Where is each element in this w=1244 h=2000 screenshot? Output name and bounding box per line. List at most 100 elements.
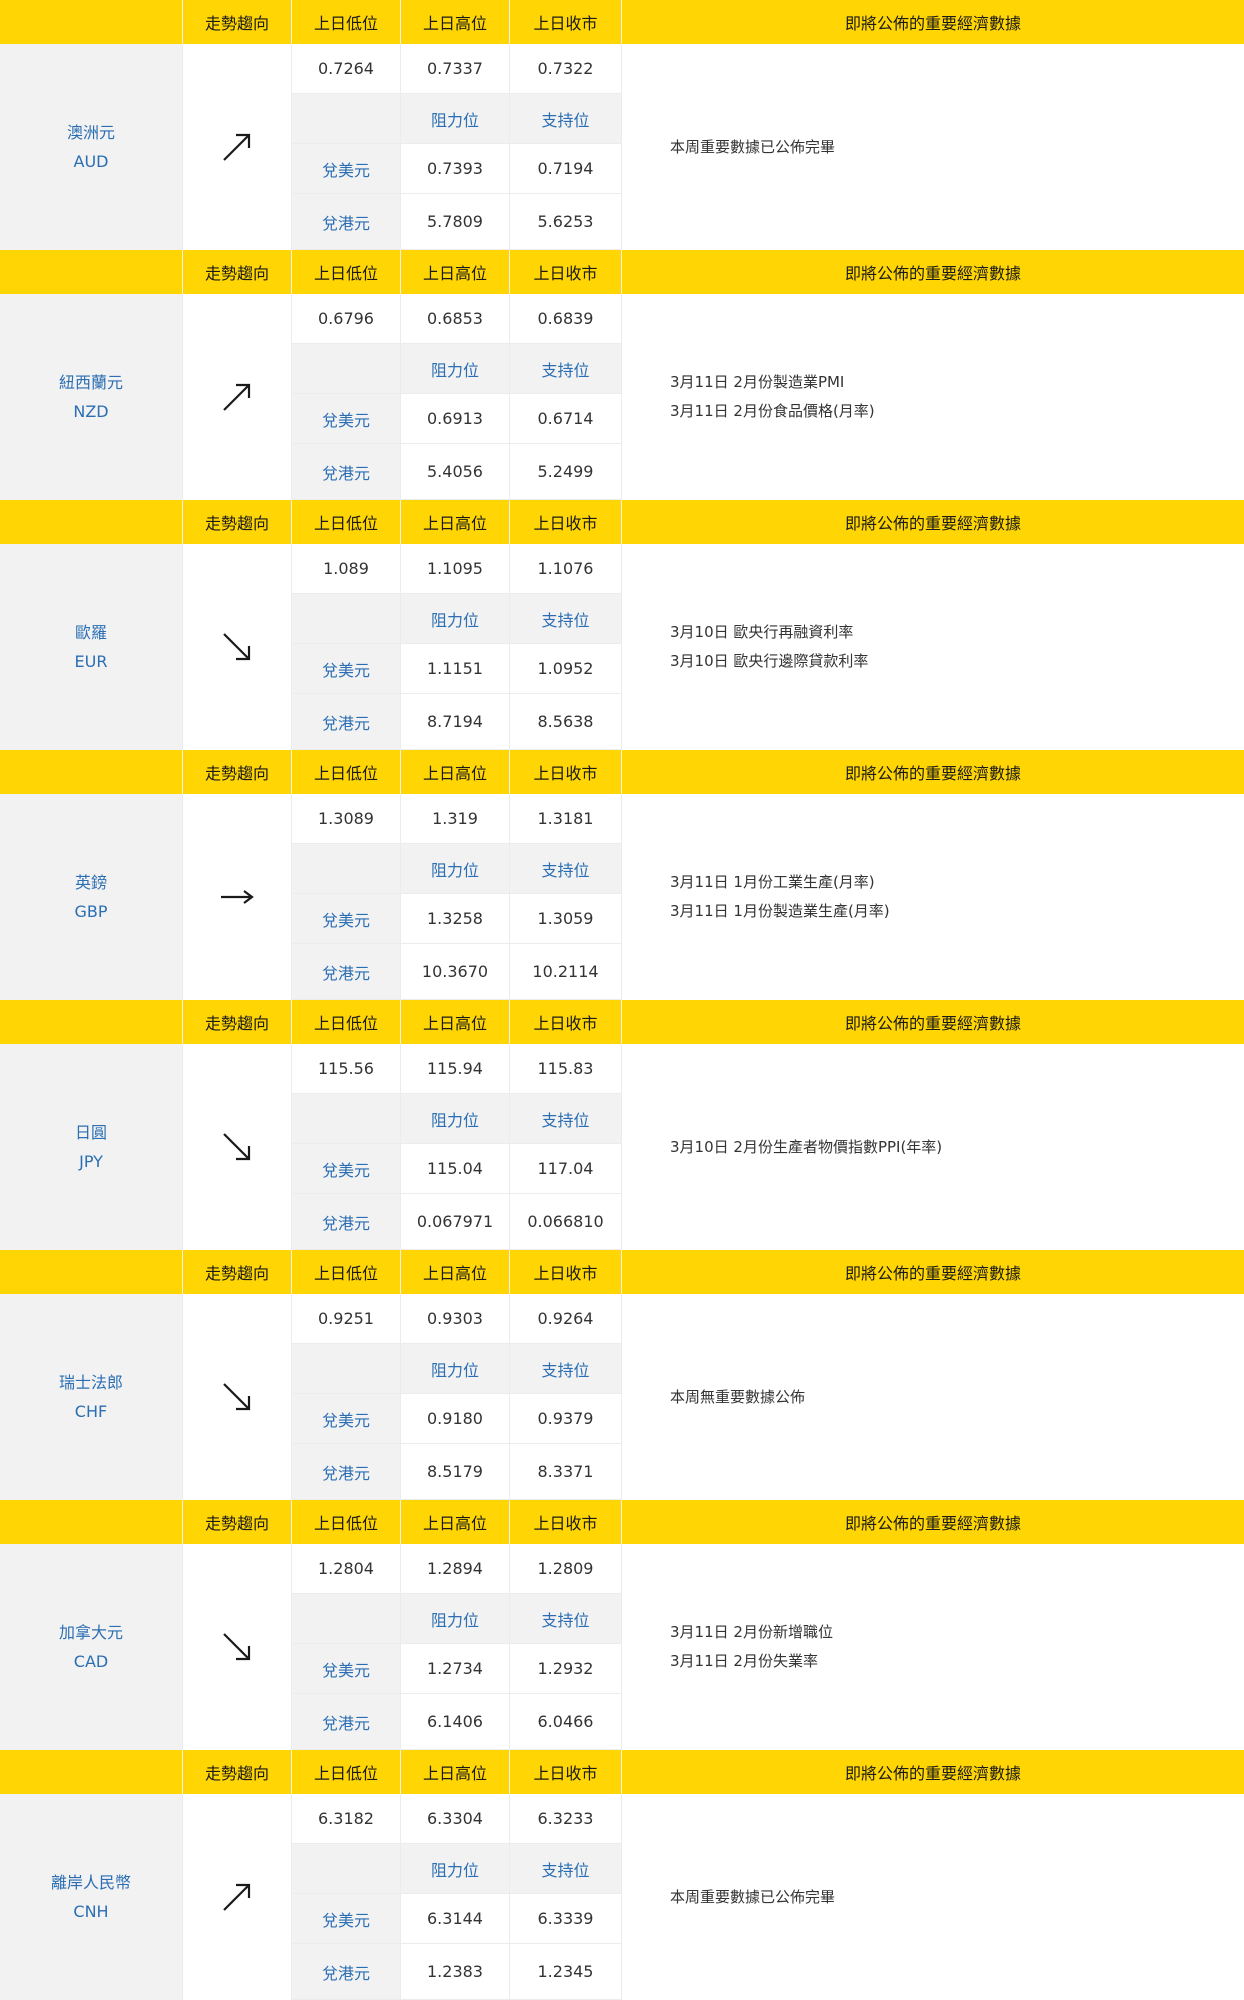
prev-close-value: 115.83	[510, 1044, 622, 1094]
usd-resistance-value: 0.7393	[401, 144, 510, 194]
upcoming-data-item: 3月11日 2月份製造業PMI	[670, 373, 845, 391]
currency-block: 走勢趨向 上日低位 上日高位 上日收市 即將公佈的重要經濟數據 日圓 JPY 1…	[0, 1000, 1244, 1250]
header-upcoming-data: 即將公佈的重要經濟數據	[844, 264, 1021, 283]
trend-cell	[183, 794, 292, 1000]
usd-support-value: 1.0952	[510, 644, 622, 694]
usd-support-value: 0.6714	[510, 394, 622, 444]
upcoming-data-list: 3月11日 2月份新增職位 3月11日 2月份失業率	[622, 1544, 1244, 1750]
trend-cell	[183, 544, 292, 750]
currency-name: 離岸人民幣	[50, 1873, 131, 1892]
header-currency	[0, 0, 183, 44]
header-prev-low: 上日低位	[292, 1750, 401, 1794]
hkd-support-value: 1.2345	[510, 1944, 622, 2000]
header-prev-low: 上日低位	[292, 1250, 401, 1294]
header-trend: 走勢趨向	[183, 1500, 292, 1544]
currency-name: 日圓	[74, 1123, 107, 1142]
quote-grid: 1.089 1.1095 1.1076 阻力位 支持位 兌美元 1.1151 1…	[292, 544, 622, 750]
arrow-up-right-icon	[223, 1883, 251, 1911]
header-prev-close: 上日收市	[510, 0, 622, 44]
prev-low-value: 1.3089	[292, 794, 401, 844]
hkd-support-value: 10.2114	[510, 944, 622, 1000]
currency-code: EUR	[74, 652, 108, 671]
header-upcoming-data: 即將公佈的重要經濟數據	[844, 1764, 1021, 1783]
vs-usd-label: 兌美元	[292, 1894, 401, 1944]
header-prev-high: 上日高位	[401, 750, 510, 794]
support-label: 支持位	[510, 94, 622, 144]
arrow-down-right-icon	[223, 633, 251, 661]
header-trend: 走勢趨向	[183, 750, 292, 794]
header-currency	[0, 750, 183, 794]
quote-grid: 1.2804 1.2894 1.2809 阻力位 支持位 兌美元 1.2734 …	[292, 1544, 622, 1750]
upcoming-data-item: 3月11日 2月份食品價格(月率)	[670, 402, 875, 420]
header-row: 走勢趨向 上日低位 上日高位 上日收市 即將公佈的重要經濟數據	[0, 1500, 1244, 1544]
currency-body: 澳洲元 AUD 0.7264 0.7337 0.7322 阻力位 支持位 兌美元…	[0, 44, 1244, 250]
upcoming-data-item: 本周重要數據已公佈完畢	[670, 1887, 836, 1906]
resistance-label: 阻力位	[401, 1594, 510, 1644]
vs-usd-label: 兌美元	[292, 644, 401, 694]
upcoming-data-item: 3月11日 2月份新增職位	[670, 1623, 833, 1641]
header-prev-low: 上日低位	[292, 250, 401, 294]
currency-name: 加拿大元	[58, 1623, 123, 1642]
header-upcoming-data: 即將公佈的重要經濟數據	[844, 514, 1021, 533]
header-upcoming-data: 即將公佈的重要經濟數據	[844, 1014, 1021, 1033]
usd-resistance-value: 115.04	[401, 1144, 510, 1194]
prev-close-value: 1.2809	[510, 1544, 622, 1594]
header-prev-high: 上日高位	[401, 1000, 510, 1044]
currency-code: GBP	[74, 902, 108, 921]
empty-cell	[292, 94, 401, 144]
currency-label: 瑞士法郎 CHF	[0, 1294, 183, 1500]
currency-label: 加拿大元 CAD	[0, 1544, 183, 1750]
header-trend: 走勢趨向	[183, 500, 292, 544]
vs-usd-label: 兌美元	[292, 1144, 401, 1194]
currency-block: 走勢趨向 上日低位 上日高位 上日收市 即將公佈的重要經濟數據 英鎊 GBP 1…	[0, 750, 1244, 1000]
usd-support-value: 1.2932	[510, 1644, 622, 1694]
upcoming-data-item: 本周無重要數據公佈	[670, 1387, 806, 1406]
currency-body: 加拿大元 CAD 1.2804 1.2894 1.2809 阻力位 支持位 兌美…	[0, 1544, 1244, 1750]
arrow-down-right-icon	[223, 1383, 251, 1411]
header-currency	[0, 1000, 183, 1044]
header-upcoming-data: 即將公佈的重要經濟數據	[844, 1264, 1021, 1283]
header-currency	[0, 1250, 183, 1294]
header-prev-close: 上日收市	[510, 750, 622, 794]
currency-name: 紐西蘭元	[58, 373, 123, 392]
arrow-down-right-icon	[223, 1633, 251, 1661]
currency-body: 英鎊 GBP 1.3089 1.319 1.3181 阻力位 支持位 兌美元 1…	[0, 794, 1244, 1000]
usd-support-value: 1.3059	[510, 894, 622, 944]
empty-cell	[292, 1344, 401, 1394]
currency-label: 離岸人民幣 CNH	[0, 1794, 183, 2000]
currency-body: 日圓 JPY 115.56 115.94 115.83 阻力位 支持位 兌美元 …	[0, 1044, 1244, 1250]
prev-high-value: 1.319	[401, 794, 510, 844]
hkd-support-value: 8.5638	[510, 694, 622, 750]
usd-support-value: 6.3339	[510, 1894, 622, 1944]
hkd-support-value: 5.2499	[510, 444, 622, 500]
trend-cell	[183, 1294, 292, 1500]
prev-close-value: 0.9264	[510, 1294, 622, 1344]
empty-cell	[292, 844, 401, 894]
header-currency	[0, 500, 183, 544]
vs-usd-label: 兌美元	[292, 1644, 401, 1694]
currency-name: 澳洲元	[66, 123, 115, 142]
prev-high-value: 115.94	[401, 1044, 510, 1094]
header-prev-high: 上日高位	[401, 0, 510, 44]
header-prev-high: 上日高位	[401, 1500, 510, 1544]
upcoming-data-list: 3月10日 歐央行再融資利率 3月10日 歐央行邊際貸款利率	[622, 544, 1244, 750]
upcoming-data-item: 本周重要數據已公佈完畢	[670, 137, 836, 156]
currency-block: 走勢趨向 上日低位 上日高位 上日收市 即將公佈的重要經濟數據 離岸人民幣 CN…	[0, 1750, 1244, 2000]
vs-hkd-label: 兌港元	[292, 1194, 401, 1250]
empty-cell	[292, 1094, 401, 1144]
vs-hkd-label: 兌港元	[292, 194, 401, 250]
arrow-up-right-icon	[223, 133, 251, 161]
header-row: 走勢趨向 上日低位 上日高位 上日收市 即將公佈的重要經濟數據	[0, 750, 1244, 794]
header-prev-close: 上日收市	[510, 250, 622, 294]
vs-usd-label: 兌美元	[292, 144, 401, 194]
vs-usd-label: 兌美元	[292, 394, 401, 444]
quote-grid: 0.7264 0.7337 0.7322 阻力位 支持位 兌美元 0.7393 …	[292, 44, 622, 250]
currency-code: AUD	[73, 152, 109, 171]
prev-close-value: 0.6839	[510, 294, 622, 344]
header-prev-low: 上日低位	[292, 500, 401, 544]
hkd-support-value: 8.3371	[510, 1444, 622, 1500]
header-prev-high: 上日高位	[401, 1250, 510, 1294]
hkd-support-value: 6.0466	[510, 1694, 622, 1750]
header-currency	[0, 1500, 183, 1544]
header-prev-high: 上日高位	[401, 1750, 510, 1794]
